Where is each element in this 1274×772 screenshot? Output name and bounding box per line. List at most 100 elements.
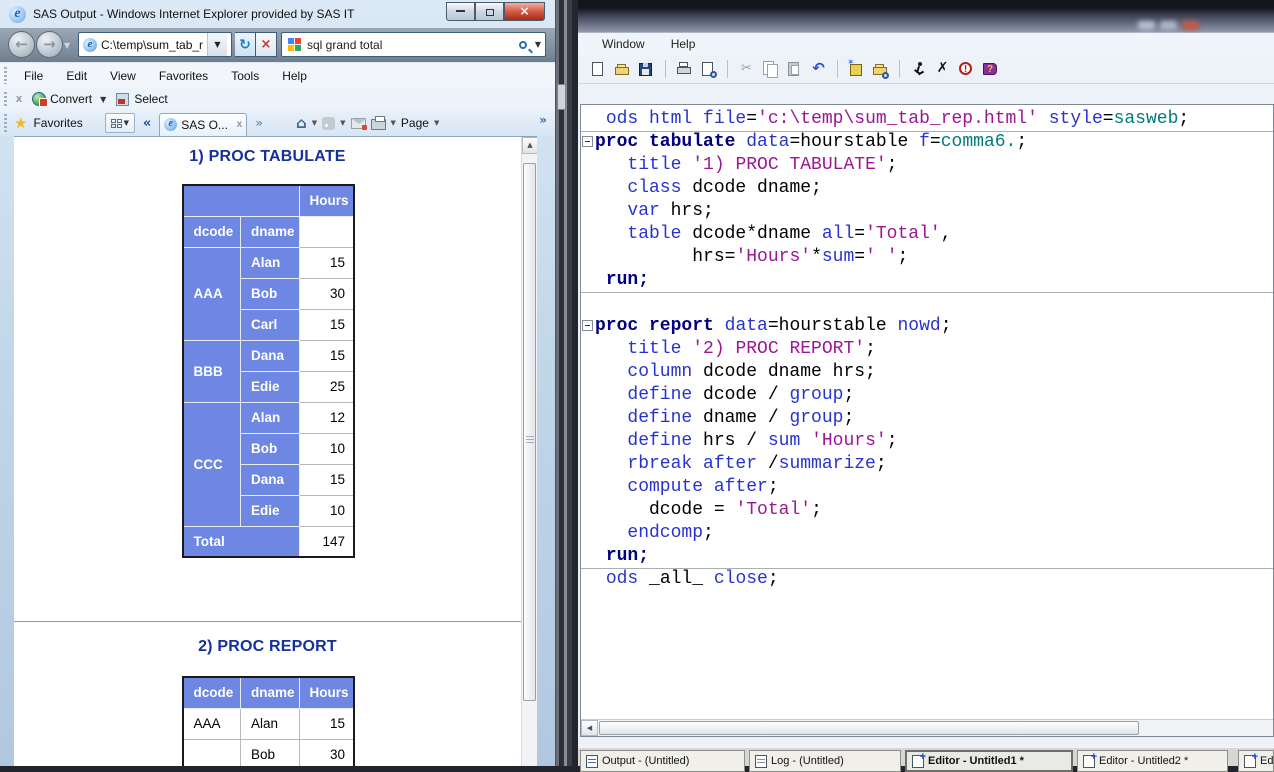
code-line[interactable]: proc tabulate data=hourstable f=comma6.; xyxy=(595,131,1273,154)
page-menu-button[interactable]: Page xyxy=(401,116,429,130)
sas-menu-window[interactable]: Window xyxy=(602,37,645,51)
ie-menu-favorites[interactable]: Favorites xyxy=(159,69,208,83)
ie-menu-file[interactable]: File xyxy=(24,69,43,83)
print-icon[interactable] xyxy=(676,61,693,78)
ie-menu-tools[interactable]: Tools xyxy=(231,69,259,83)
address-dropdown-icon[interactable]: ▼ xyxy=(207,33,227,56)
home-icon[interactable]: ⌂ xyxy=(296,114,307,132)
fold-collapse-icon[interactable] xyxy=(582,136,593,147)
favorites-star-icon[interactable]: ★ xyxy=(14,114,27,132)
forward-button[interactable]: → xyxy=(36,31,63,58)
code-line[interactable]: define dname / group; xyxy=(595,407,1273,430)
copy-icon[interactable] xyxy=(762,61,779,78)
ie-menu-view[interactable]: View xyxy=(110,69,136,83)
code-line[interactable]: run; xyxy=(595,545,1273,568)
window-tab-editor-untitled1[interactable]: Editor - Untitled1 * xyxy=(905,750,1073,772)
ie-menu-edit[interactable]: Edit xyxy=(66,69,87,83)
search-icon[interactable] xyxy=(519,41,527,49)
new-icon[interactable] xyxy=(590,61,607,78)
scroll-up-icon[interactable]: ▲ xyxy=(522,137,537,154)
convert-button[interactable]: Convert xyxy=(50,92,92,106)
code-line[interactable]: var hrs; xyxy=(595,200,1273,223)
home-dropdown-icon[interactable]: ▼ xyxy=(312,119,317,127)
address-text[interactable]: C:\temp\sum_tab_r xyxy=(101,38,207,52)
browse-icon[interactable] xyxy=(872,61,889,78)
ie-titlebar[interactable]: e SAS Output - Windows Internet Explorer… xyxy=(0,0,555,28)
search-query-text[interactable]: sql grand total xyxy=(307,38,519,52)
code-area[interactable]: ods html file='c:\temp\sum_tab_rep.html'… xyxy=(595,108,1273,591)
editor-hscrollbar[interactable]: ◀ xyxy=(581,719,1273,736)
tab-close-icon[interactable]: x xyxy=(237,119,243,130)
clear-icon[interactable]: ✗ xyxy=(934,61,951,78)
code-line[interactable]: title '1) PROC TABULATE'; xyxy=(595,154,1273,177)
favorites-button[interactable]: Favorites xyxy=(33,116,82,130)
search-box[interactable]: sql grand total ▼ xyxy=(281,32,546,57)
scrollbar-thumb[interactable] xyxy=(523,163,536,701)
stop-button[interactable]: × xyxy=(256,32,277,57)
code-line[interactable]: run; xyxy=(595,269,1273,292)
code-line[interactable]: hrs='Hours'*sum=' '; xyxy=(595,246,1273,269)
help-icon[interactable]: ? xyxy=(982,61,999,78)
code-line[interactable]: proc report data=hourstable nowd; xyxy=(595,315,1273,338)
code-line[interactable]: ods _all_ close; xyxy=(595,568,1273,591)
address-bar[interactable]: e C:\temp\sum_tab_r ▼ xyxy=(78,32,232,57)
window-tab-editor-untitled2[interactable]: Editor - Untitled2 * xyxy=(1077,750,1228,772)
code-line[interactable]: define hrs / sum 'Hours'; xyxy=(595,430,1273,453)
enhanced-editor[interactable]: ods html file='c:\temp\sum_tab_rep.html'… xyxy=(580,104,1274,737)
code-line[interactable]: rbreak after /summarize; xyxy=(595,453,1273,476)
back-button[interactable]: ← xyxy=(8,31,35,58)
submit-icon[interactable] xyxy=(910,61,927,78)
code-line[interactable]: endcomp; xyxy=(595,522,1273,545)
code-line[interactable]: column dcode dname hrs; xyxy=(595,361,1273,384)
content-scrollbar[interactable]: ▲ xyxy=(521,137,537,766)
tab-scroll-left-icon[interactable]: « xyxy=(143,116,151,131)
refresh-button[interactable]: ↻ xyxy=(235,32,256,57)
code-line[interactable]: class dcode dname; xyxy=(595,177,1273,200)
ie-menu-help[interactable]: Help xyxy=(282,69,307,83)
close-button[interactable]: × xyxy=(504,2,545,21)
save-icon[interactable] xyxy=(638,61,655,78)
fold-collapse-icon[interactable] xyxy=(582,320,593,331)
newlib-icon[interactable]: ✶ xyxy=(848,61,865,78)
close-toolbar-icon[interactable]: x xyxy=(16,93,22,105)
code-line[interactable]: ods html file='c:\temp\sum_tab_rep.html'… xyxy=(595,108,1273,131)
maximize-button[interactable] xyxy=(475,2,504,21)
undo-icon[interactable]: ↶ xyxy=(810,61,827,78)
recent-pages-dropdown-icon[interactable]: ▼ xyxy=(64,41,70,50)
convert-dropdown-icon[interactable]: ▼ xyxy=(100,95,106,104)
window-tab-ed[interactable]: Ed xyxy=(1238,750,1274,772)
quick-tabs-button[interactable]: ▼ xyxy=(105,113,135,133)
page-dropdown-icon[interactable]: ▼ xyxy=(434,119,439,127)
window-tab-log-untitled[interactable]: Log - (Untitled) xyxy=(749,750,901,772)
feeds-icon[interactable] xyxy=(322,117,335,130)
code-line[interactable]: title '2) PROC REPORT'; xyxy=(595,338,1273,361)
sas-close-button[interactable] xyxy=(1182,21,1199,30)
open-icon[interactable] xyxy=(614,61,631,78)
select-button[interactable]: Select xyxy=(134,92,167,106)
cut-icon[interactable]: ✂ xyxy=(738,61,755,78)
minimize-button[interactable] xyxy=(446,2,475,21)
window-tab-output-untitled[interactable]: Output - (Untitled) xyxy=(580,750,745,772)
code-line[interactable] xyxy=(595,292,1273,315)
sas-maximize-button[interactable] xyxy=(1160,21,1177,30)
scroll-left-icon[interactable]: ◀ xyxy=(581,720,598,736)
preview-icon[interactable] xyxy=(700,61,717,78)
hscrollbar-thumb[interactable] xyxy=(599,721,1139,735)
sas-titlebar[interactable] xyxy=(578,0,1274,33)
read-mail-icon[interactable] xyxy=(351,118,366,129)
toolbar-overflow-icon[interactable]: » xyxy=(539,113,547,127)
sas-menu-help[interactable]: Help xyxy=(671,37,696,51)
print-dropdown-icon[interactable]: ▼ xyxy=(391,119,396,127)
search-dropdown-icon[interactable]: ▼ xyxy=(531,40,545,49)
feeds-dropdown-icon[interactable]: ▼ xyxy=(340,119,345,127)
print-icon[interactable] xyxy=(371,119,386,130)
sas-minimize-button[interactable] xyxy=(1138,21,1155,30)
code-line[interactable]: compute after; xyxy=(595,476,1273,499)
code-line[interactable]: define dcode / group; xyxy=(595,384,1273,407)
browser-tab-sas-output[interactable]: e SAS O... x xyxy=(159,113,247,136)
tab-scroll-right-icon[interactable]: » xyxy=(255,116,263,130)
code-line[interactable]: dcode = 'Total'; xyxy=(595,499,1273,522)
break-icon[interactable]: ! xyxy=(958,61,975,78)
code-line[interactable]: table dcode*dname all='Total', xyxy=(595,223,1273,246)
paste-icon[interactable] xyxy=(786,61,803,78)
